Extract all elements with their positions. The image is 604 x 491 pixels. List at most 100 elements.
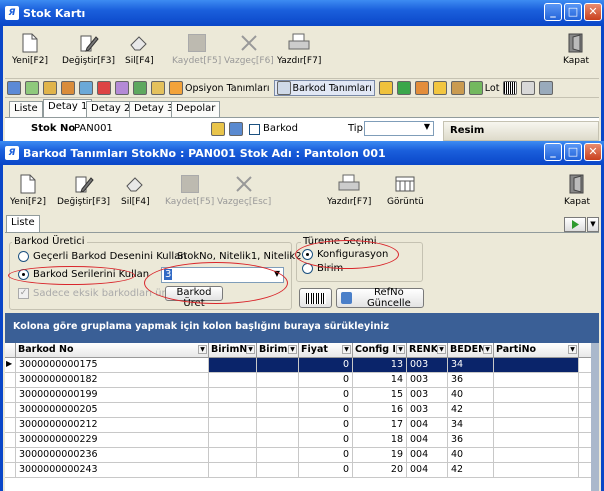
tab-depolar[interactable]: Depolar bbox=[171, 101, 221, 117]
column-header[interactable]: Birim ▼ bbox=[257, 343, 299, 357]
table-cell[interactable] bbox=[209, 418, 257, 432]
row-indicator[interactable] bbox=[5, 463, 16, 477]
table-cell[interactable] bbox=[209, 358, 257, 372]
options-button[interactable]: Opsiyon Tanımları bbox=[169, 81, 270, 95]
new-button[interactable]: Yeni[F2] bbox=[10, 173, 46, 207]
delete-button[interactable]: Sil[F4] bbox=[121, 173, 150, 207]
row-indicator[interactable] bbox=[5, 388, 16, 402]
table-cell[interactable] bbox=[209, 388, 257, 402]
dollar-icon[interactable] bbox=[396, 81, 411, 95]
toolbar-icon-14[interactable] bbox=[539, 81, 554, 95]
table-cell[interactable] bbox=[257, 433, 299, 447]
table-cell[interactable]: 3000000000205 bbox=[16, 403, 209, 417]
table-cell[interactable] bbox=[257, 418, 299, 432]
toolbar-icon-3[interactable] bbox=[43, 81, 57, 95]
toolbar-icon-1[interactable] bbox=[7, 81, 21, 95]
toolbar-icon-2[interactable] bbox=[25, 81, 39, 95]
cancel-button[interactable]: Vazgeç[Esc] bbox=[217, 173, 271, 207]
table-cell[interactable]: 3000000000212 bbox=[16, 418, 209, 432]
toolbar-icon-10[interactable] bbox=[378, 81, 393, 95]
minimize-button[interactable]: _ bbox=[544, 3, 562, 21]
barkod-title-bar[interactable]: Я Barkod Tanımları StokNo : PAN001 Stok … bbox=[0, 141, 604, 165]
table-cell[interactable]: 003 bbox=[407, 358, 448, 372]
toolbar-icon-12[interactable] bbox=[432, 81, 447, 95]
column-header[interactable]: Config I ▼ bbox=[353, 343, 407, 357]
table-row[interactable]: 3000000000182 0 14 003 36 bbox=[5, 373, 591, 388]
toolbar-icon-6[interactable] bbox=[97, 81, 111, 95]
table-cell[interactable] bbox=[209, 433, 257, 447]
table-cell[interactable]: 20 bbox=[353, 463, 407, 477]
table-cell[interactable]: 0 bbox=[299, 463, 353, 477]
tip-select[interactable]: ▼ bbox=[364, 121, 434, 136]
current-row-arrow-icon[interactable]: ▶ bbox=[5, 358, 16, 372]
tab-liste[interactable]: Liste bbox=[9, 101, 43, 117]
table-cell[interactable]: 15 bbox=[353, 388, 407, 402]
save-button[interactable]: Kaydet[F5] bbox=[172, 32, 221, 66]
table-cell[interactable]: 0 bbox=[299, 358, 353, 372]
toolbar-icon-11[interactable] bbox=[414, 81, 429, 95]
stock-grid-icon[interactable] bbox=[229, 122, 243, 136]
print-button[interactable]: Yazdır[F7] bbox=[277, 32, 321, 66]
table-cell[interactable]: 0 bbox=[299, 403, 353, 417]
refno-update-button[interactable]: RefNo Güncelle bbox=[336, 287, 424, 309]
table-cell[interactable]: 3000000000182 bbox=[16, 373, 209, 387]
table-cell[interactable] bbox=[494, 418, 579, 432]
cancel-button[interactable]: Vazgeç[F6] bbox=[224, 32, 274, 66]
barcode-print-button[interactable] bbox=[299, 288, 332, 308]
minimize-button[interactable]: _ bbox=[544, 143, 562, 161]
exit-button[interactable]: Kapat bbox=[564, 173, 590, 207]
maximize-button[interactable]: □ bbox=[564, 3, 582, 21]
table-cell[interactable]: 3000000000229 bbox=[16, 433, 209, 447]
lot-button[interactable]: Lot bbox=[468, 81, 499, 95]
table-cell[interactable]: 42 bbox=[448, 403, 494, 417]
table-cell[interactable] bbox=[494, 463, 579, 477]
tab-detay-1[interactable]: Detay 1 bbox=[43, 99, 93, 117]
group-by-panel[interactable]: Kolona göre gruplama yapmak için kolon b… bbox=[5, 313, 599, 343]
missing-only-checkbox[interactable]: ✓ bbox=[18, 288, 29, 299]
view-button[interactable]: Görüntü bbox=[387, 173, 424, 207]
column-header[interactable]: BirimN ▼ bbox=[209, 343, 257, 357]
table-cell[interactable] bbox=[209, 373, 257, 387]
table-cell[interactable]: 0 bbox=[299, 433, 353, 447]
pattern-radio[interactable] bbox=[18, 251, 29, 262]
table-cell[interactable]: 003 bbox=[407, 388, 448, 402]
delete-button[interactable]: Sil[F4] bbox=[125, 32, 154, 66]
table-cell[interactable] bbox=[494, 388, 579, 402]
exit-button[interactable]: Kapat bbox=[563, 32, 589, 66]
filter-dropdown-icon[interactable]: ▼ bbox=[437, 345, 446, 354]
table-cell[interactable] bbox=[494, 403, 579, 417]
table-cell[interactable]: 19 bbox=[353, 448, 407, 462]
barcode-icon[interactable] bbox=[503, 81, 518, 95]
table-cell[interactable]: 18 bbox=[353, 433, 407, 447]
table-cell[interactable] bbox=[209, 463, 257, 477]
table-cell[interactable]: 003 bbox=[407, 403, 448, 417]
column-header[interactable]: Barkod No ▼ bbox=[16, 343, 209, 357]
toolbar-icon-9[interactable] bbox=[151, 81, 165, 95]
table-cell[interactable] bbox=[209, 403, 257, 417]
table-cell[interactable]: 40 bbox=[448, 448, 494, 462]
stock-action-icon[interactable] bbox=[211, 122, 225, 136]
table-cell[interactable] bbox=[257, 463, 299, 477]
table-cell[interactable] bbox=[257, 358, 299, 372]
filter-dropdown-icon[interactable]: ▼ bbox=[568, 345, 577, 354]
column-header[interactable]: BEDEN ▼ bbox=[448, 343, 494, 357]
row-indicator[interactable] bbox=[5, 403, 16, 417]
table-cell[interactable] bbox=[494, 448, 579, 462]
run-button[interactable] bbox=[564, 217, 586, 232]
filter-dropdown-icon[interactable]: ▼ bbox=[342, 345, 351, 354]
tab-detay-2[interactable]: Detay 2 bbox=[86, 101, 136, 117]
table-cell[interactable]: 003 bbox=[407, 373, 448, 387]
toolbar-icon-5[interactable] bbox=[79, 81, 93, 95]
toolbar-icon-13[interactable] bbox=[450, 81, 465, 95]
stok-title-bar[interactable]: Я Stok Kartı _ □ ✕ bbox=[0, 0, 604, 26]
table-row[interactable]: ▶ 3000000000175 0 13 003 34 bbox=[5, 358, 591, 373]
filter-dropdown-icon[interactable]: ▼ bbox=[483, 345, 492, 354]
table-cell[interactable] bbox=[494, 373, 579, 387]
row-indicator[interactable] bbox=[5, 418, 16, 432]
table-cell[interactable]: 004 bbox=[407, 433, 448, 447]
toolbar-icon-4[interactable] bbox=[61, 81, 75, 95]
run-dropdown-button[interactable]: ▼ bbox=[587, 217, 599, 232]
table-cell[interactable]: 34 bbox=[448, 358, 494, 372]
table-cell[interactable]: 3000000000236 bbox=[16, 448, 209, 462]
table-row[interactable]: 3000000000229 0 18 004 36 bbox=[5, 433, 591, 448]
